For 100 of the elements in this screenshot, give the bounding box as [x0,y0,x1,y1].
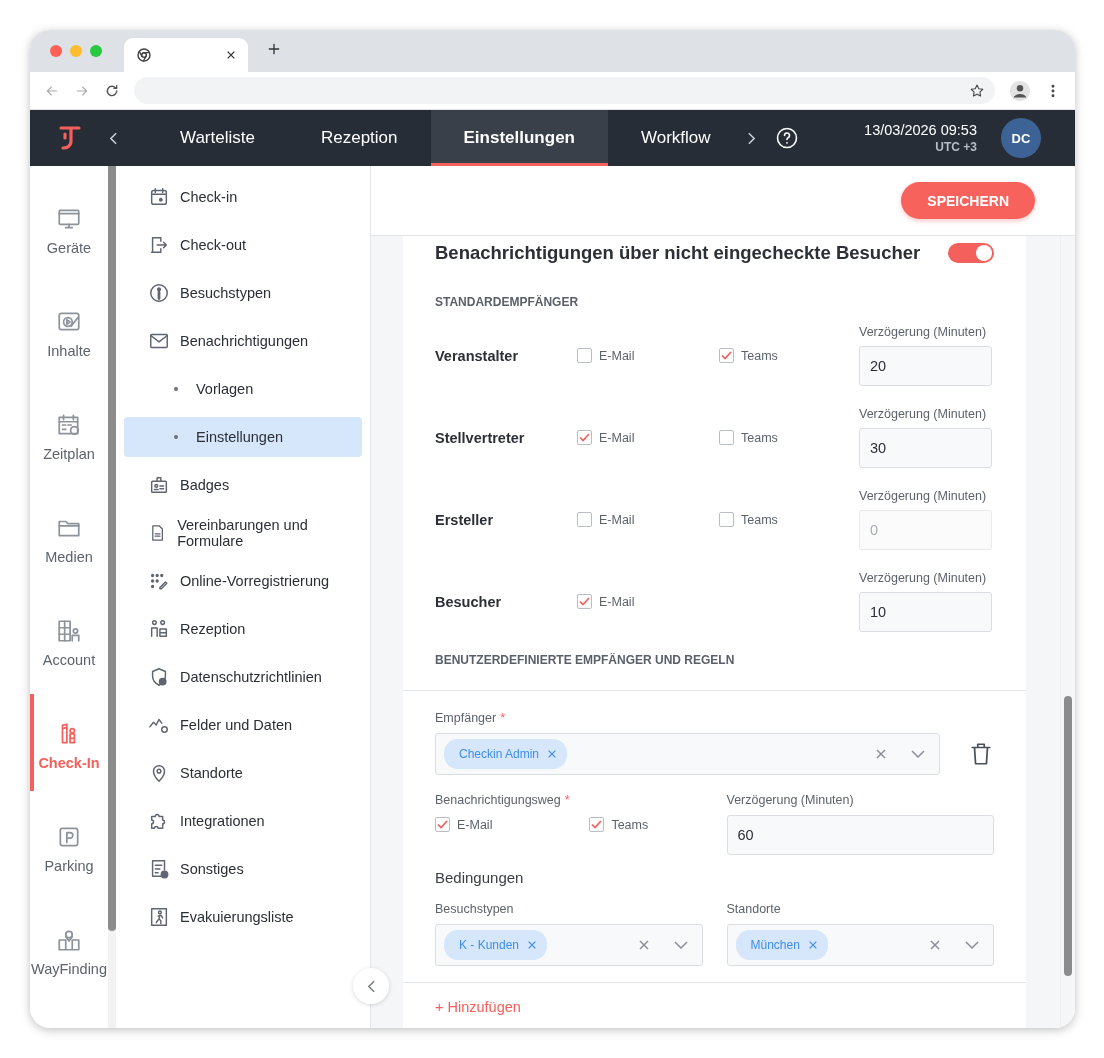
reload-icon [104,82,120,99]
toggle-switch[interactable] [948,243,994,263]
chevron-left-icon[interactable] [110,131,117,145]
menu-item[interactable]: Online-Vorregistrierung [124,561,362,601]
checkbox[interactable] [435,817,450,832]
recipient-name: Ersteller [435,511,495,528]
check-icon [591,820,603,829]
rail-item[interactable]: WayFinding [30,927,108,977]
field-label: Verzögerung (Minuten) [859,407,988,421]
rail-item[interactable]: Medien [30,515,108,565]
checkbox-label: E-Mail [599,348,635,363]
nav-tab[interactable]: Rezeption [287,110,431,166]
recipient-name: Veranstalter [435,347,520,364]
menu-item[interactable]: Check-out [124,225,362,265]
field-label: Empfänger [435,711,497,725]
menu-item[interactable]: Vorlagen [124,369,362,409]
checkbox-label: Teams [741,348,778,363]
field-label: Verzögerung (Minuten) [859,489,988,503]
menu-item[interactable]: Sonstiges [124,849,362,889]
field-label: Benachrichtigungsweg [435,793,561,807]
field-label: Verzögerung (Minuten) [726,793,855,807]
checkbox[interactable] [577,430,592,445]
delay-field[interactable]: 20 [859,346,992,386]
timezone: UTC +3 [934,140,977,154]
bullet-icon [174,435,178,439]
trash-icon [968,741,994,767]
chevron-right-icon[interactable] [747,131,755,145]
section-heading: BENUTZERDEFINIERTE EMPFÄNGER UND REGELN [403,653,1026,691]
chip-label: Checkin Admin [459,747,540,761]
recipient-name: Stellvertreter [435,429,526,446]
check-icon [721,351,732,360]
rail-item[interactable]: Geräte [30,206,108,256]
exit-icon [148,234,170,256]
evacuation-icon [148,906,170,928]
checkbox-label: Teams [611,817,649,832]
check-icon [437,820,448,829]
calendar-icon [148,186,170,208]
checkbox[interactable] [577,594,592,609]
chevron-down-icon[interactable] [911,750,925,758]
nav-tab[interactable]: Workflow [608,110,744,166]
checkbox-label: E-Mail [599,594,635,609]
checkbox-label: E-Mail [599,430,635,445]
nav-tab[interactable]: Einstellungen [430,110,608,166]
close-window-icon[interactable] [50,45,62,57]
menu-item[interactable]: Standorte [124,753,362,793]
rail-item[interactable]: Inhalte [30,309,108,359]
checkbox-label: E-Mail [457,817,493,832]
field-label: Besuchstypen [435,902,515,916]
monitor-icon [56,206,82,232]
menu-item[interactable]: Check-in [124,177,362,217]
user-avatar[interactable]: DC [1001,118,1041,158]
checkbox-label: Teams [741,512,778,527]
check-icon [579,433,590,442]
calendar-clock-icon [56,412,82,438]
menu-item[interactable]: Datenschutzrichtlinien [124,657,362,697]
section-title: Benachrichtigungen über nicht eingecheckte Besucher [435,242,921,264]
browser-logo-icon [136,47,152,63]
menu-item[interactable]: Vereinbarungen und Formulare [124,513,362,553]
menu-item[interactable]: Evakuierungsliste [124,897,362,937]
checkbox-label: Teams [741,430,778,445]
delay-field[interactable]: 60 [726,815,994,855]
rail-item[interactable]: Zeitplan [30,412,108,462]
menu-item[interactable]: Integrationen [124,801,362,841]
checkbox[interactable] [719,430,734,445]
checkbox[interactable] [589,817,605,832]
star-icon [969,82,985,99]
badge-icon [148,474,170,496]
date-time: 13/03/2026 09:53 [864,122,977,138]
rail-item[interactable]: Parking [30,824,108,874]
menu-item[interactable]: Besuchstypen [124,273,362,313]
person-circle-icon [148,282,170,304]
menu-item[interactable]: Rezeption [124,609,362,649]
scrollbar-thumb[interactable] [1064,696,1072,976]
subheading: Bedingungen [435,869,525,886]
nav-tab[interactable]: Warteliste [147,110,288,166]
checkbox[interactable] [719,348,734,363]
scrollbar-thumb[interactable] [108,166,116,931]
new-tab-icon [266,41,282,57]
menu-item[interactable]: Einstellungen [124,417,362,457]
clear-icon[interactable] [226,50,236,60]
browser-tab[interactable] [124,38,248,72]
menu-item[interactable]: Badges [124,465,362,505]
people-desk-icon [148,618,170,640]
delay-field[interactable]: 10 [859,592,992,632]
chevron-down-icon[interactable] [673,941,688,949]
check-icon [579,597,590,606]
rail-item[interactable]: Account [30,618,108,668]
logo-icon[interactable] [58,125,82,151]
profile-icon [1009,79,1031,102]
section-heading: STANDARDEMPFÄNGER [435,295,580,309]
required-mark: * [500,711,506,725]
chip-label: K - Kunden [459,938,520,952]
delay-field[interactable]: 30 [859,428,992,468]
chevron-down-icon[interactable] [965,941,979,949]
field-label: Verzögerung (Minuten) [859,571,988,585]
maximize-window-icon[interactable] [90,45,102,57]
checkbox-label: E-Mail [599,512,635,527]
checkbox[interactable] [577,348,592,363]
menu-item[interactable]: Benachrichtigungen [124,321,362,361]
menu-item[interactable]: Felder und Daten [124,705,362,745]
